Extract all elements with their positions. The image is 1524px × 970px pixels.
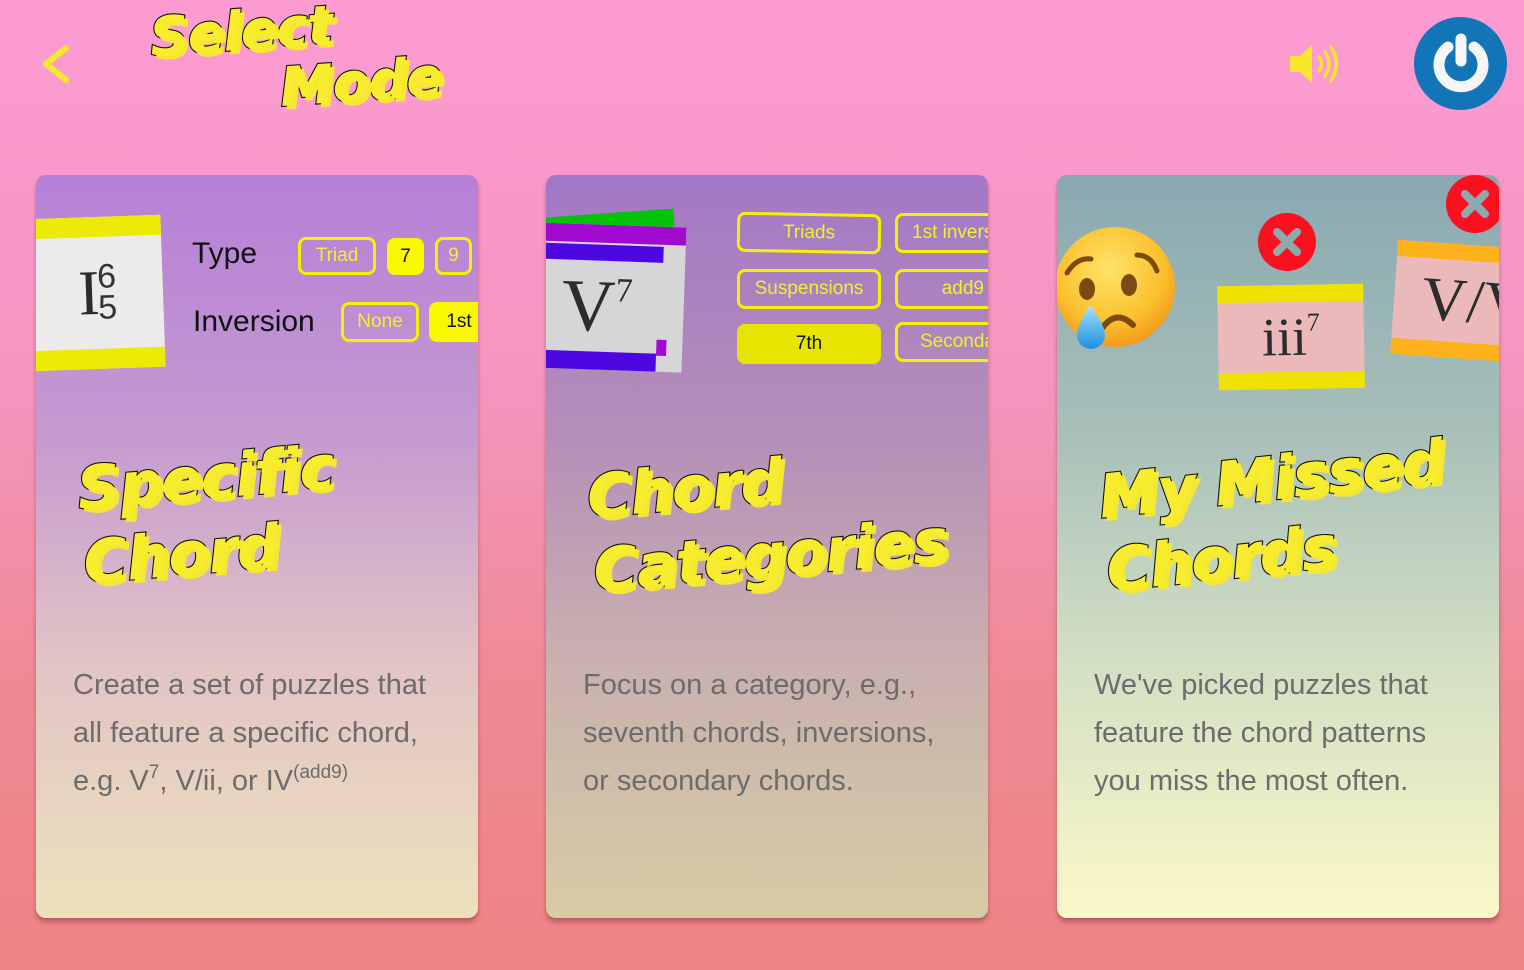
numeral-text: iii xyxy=(1261,306,1308,368)
card-stripe xyxy=(655,339,667,357)
speaker-volume-icon xyxy=(1290,45,1339,83)
mode-card-my-missed-chords[interactable]: iii7 V/V My Missed Chords We've picked p… xyxy=(1057,175,1499,918)
card-title: Specific Chord xyxy=(73,431,343,601)
inversion-option-none[interactable]: None xyxy=(341,302,419,342)
type-label: Type xyxy=(192,237,258,270)
chord-preview-card: V7 xyxy=(546,222,687,373)
chord-numeral: V/V xyxy=(1419,264,1499,340)
page-title-line2: Mode xyxy=(277,44,445,120)
sound-button[interactable] xyxy=(1288,40,1342,88)
chord-numeral: iii7 xyxy=(1261,305,1320,368)
type-option-9[interactable]: 9 xyxy=(435,237,472,275)
chevron-left-icon xyxy=(43,45,69,83)
missed-chord-card: V/V xyxy=(1390,239,1499,365)
card-stripe xyxy=(546,349,657,372)
mode-card-chord-categories[interactable]: V7 Triads 1st inversion Suspensions add9… xyxy=(546,175,988,918)
card-title: Chord Categories xyxy=(583,430,951,608)
numeral-text: V xyxy=(560,264,617,349)
mode-card-specific-chord[interactable]: I 6 5 Type Triad 7 9 Inversion None 1st … xyxy=(36,175,478,918)
card-description: Create a set of puzzles that all feature… xyxy=(73,661,453,805)
missed-x-badge xyxy=(1258,213,1316,271)
card-description: Focus on a category, e.g., seventh chord… xyxy=(583,669,935,797)
category-1st-inversion[interactable]: 1st inversion xyxy=(895,213,988,253)
card-stripe xyxy=(546,242,664,263)
category-add9[interactable]: add9 xyxy=(895,269,988,309)
power-button[interactable] xyxy=(1414,17,1507,110)
page-title: Select Mode xyxy=(147,0,468,130)
inversion-label: Inversion xyxy=(193,305,315,338)
category-7th[interactable]: 7th xyxy=(737,324,881,364)
power-icon xyxy=(1433,33,1488,92)
inversion-option-1st[interactable]: 1st xyxy=(429,302,478,342)
x-icon xyxy=(1273,228,1301,256)
chord-preview-card: I 6 5 xyxy=(36,214,166,372)
missed-x-badge xyxy=(1446,175,1499,233)
numeral-sup: 7 xyxy=(1306,307,1320,337)
category-secondary[interactable]: Secondary xyxy=(895,322,988,362)
numeral-sup: 7 xyxy=(615,272,634,310)
chord-numeral: I xyxy=(77,256,101,329)
missed-chord-card: iii7 xyxy=(1217,283,1365,391)
chord-preview-stack: V7 xyxy=(546,203,691,378)
card-description: We've picked puzzles that feature the ch… xyxy=(1094,669,1428,797)
desc-sup: (add9) xyxy=(293,762,349,783)
desc-text: , V/ii, or IV xyxy=(159,765,294,797)
chord-numeral: V7 xyxy=(560,263,633,350)
card-title: My Missed Chords xyxy=(1094,425,1455,608)
back-button[interactable] xyxy=(38,40,78,88)
crying-face-icon xyxy=(1057,227,1175,349)
category-triads[interactable]: Triads xyxy=(736,211,882,255)
category-suspensions[interactable]: Suspensions xyxy=(737,269,881,309)
desc-sup: 7 xyxy=(148,762,160,783)
type-option-7[interactable]: 7 xyxy=(387,238,424,275)
x-icon xyxy=(1461,190,1489,218)
type-option-triad[interactable]: Triad xyxy=(298,237,376,275)
figure-bottom: 5 xyxy=(97,288,118,327)
